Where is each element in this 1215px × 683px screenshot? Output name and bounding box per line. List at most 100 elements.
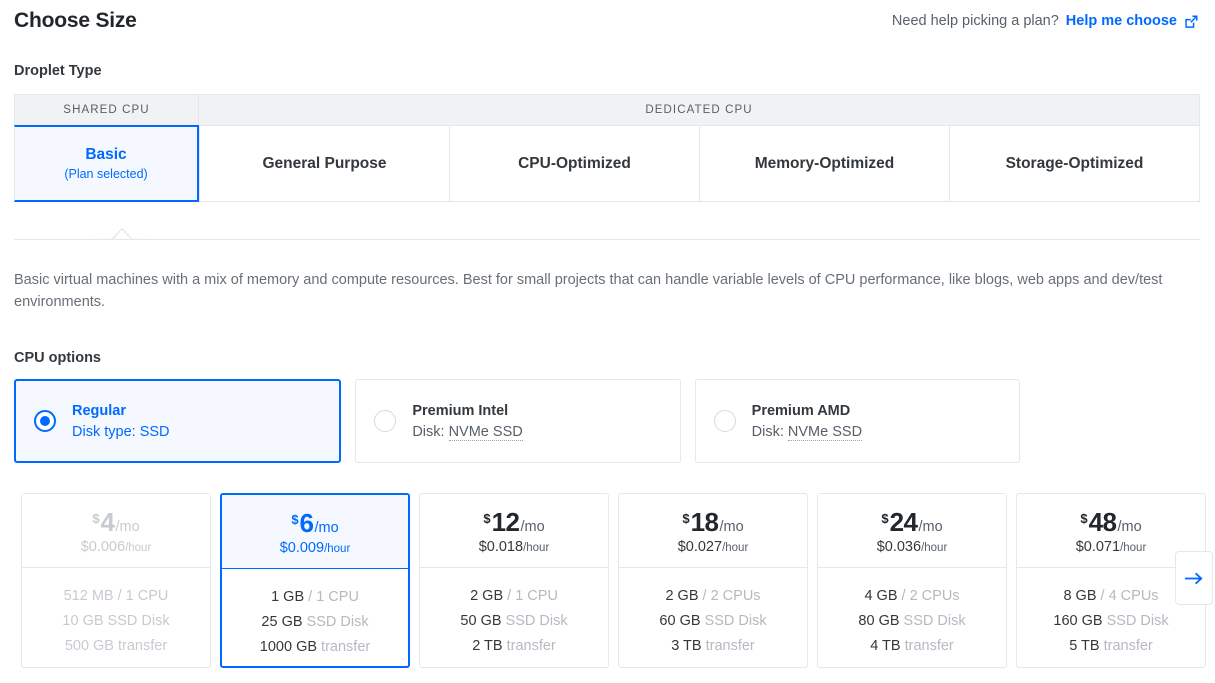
cpu-option-premium-amd-disk-value[interactable]: NVMe SSD bbox=[787, 423, 863, 441]
cpu-option-regular-disk: Disk type: SSD bbox=[72, 424, 170, 440]
cpu-option-premium-intel[interactable]: Premium Intel Disk: NVMe SSD bbox=[355, 379, 681, 463]
plan-card[interactable]: $6/mo $0.009/hour 1 GB / 1 CPU 25 GB SSD Di… bbox=[220, 493, 410, 668]
plan-specs: 1 GB / 1 CPU 25 GB SSD Disk 1000 GB transf… bbox=[222, 569, 408, 666]
tab-storage-optimized-label: Storage-Optimized bbox=[1005, 154, 1144, 172]
tab-cpu-optimized[interactable]: CPU-Optimized bbox=[450, 125, 700, 202]
help-prompt-text: Need help picking a plan? bbox=[891, 13, 1059, 29]
next-plans-button[interactable] bbox=[1175, 551, 1213, 605]
radio-premium-intel[interactable] bbox=[374, 410, 397, 432]
plan-specs: 2 GB / 1 CPU 50 GB SSD Disk 2 TB transfer bbox=[420, 568, 608, 667]
tab-group-dedicated-cpu-body: General Purpose CPU-Optimized Memory-Opt… bbox=[199, 125, 1200, 202]
plan-spec-disk: 25 GB SSD Disk bbox=[261, 613, 368, 631]
plan-hourly-amount: $0.036 bbox=[876, 538, 922, 555]
plan-card[interactable]: $24/mo $0.036/hour 4 GB / 2 CPUs 80 GB SSD … bbox=[817, 493, 1007, 668]
tab-memory-optimized-label: Memory-Optimized bbox=[754, 154, 895, 172]
plan-transfer-value: 3 TB bbox=[671, 638, 702, 654]
plan-currency: $ bbox=[92, 510, 100, 526]
plan-hourly-unit: /hour bbox=[722, 541, 749, 554]
plan-spec-disk: 80 GB SSD Disk bbox=[858, 612, 965, 630]
plan-spec-transfer: 2 TB transfer bbox=[472, 637, 556, 655]
page-header: Choose Size Need help picking a plan? He… bbox=[0, 0, 1215, 42]
plan-spec-memory-cpu: 8 GB / 4 CPUs bbox=[1063, 587, 1158, 605]
plan-spec-memory-cpu: 2 GB / 1 CPU bbox=[470, 587, 558, 605]
plan-disk-label: SSD Disk bbox=[302, 614, 369, 630]
plan-period: /mo bbox=[918, 518, 943, 535]
plan-card[interactable]: $18/mo $0.027/hour 2 GB / 2 CPUs 60 GB SSD … bbox=[618, 493, 808, 668]
help-me-choose-link[interactable]: Help me choose bbox=[1066, 13, 1177, 29]
plan-transfer-value: 5 TB bbox=[1069, 638, 1100, 654]
tab-basic-label: Basic bbox=[85, 146, 127, 163]
cpu-option-regular[interactable]: Regular Disk type: SSD bbox=[14, 379, 342, 463]
plan-disk-label: SSD Disk bbox=[501, 613, 568, 629]
tab-storage-optimized[interactable]: Storage-Optimized bbox=[950, 125, 1200, 202]
plan-currency: $ bbox=[682, 510, 690, 526]
plan-price-header: $12/mo $0.018/hour bbox=[420, 494, 608, 568]
plan-period: /mo bbox=[719, 518, 744, 535]
plan-card[interactable]: $4/mo $0.006/hour 512 MB / 1 CPU 10 GB SSD … bbox=[21, 493, 211, 668]
plan-amount: 24 bbox=[889, 506, 918, 537]
plan-hourly-unit: /hour bbox=[1120, 541, 1147, 554]
plan-period: /mo bbox=[1117, 518, 1142, 535]
plan-transfer-label: transfer bbox=[113, 638, 168, 654]
plan-price-header: $24/mo $0.036/hour bbox=[818, 494, 1006, 568]
divider-line bbox=[14, 239, 1200, 240]
plan-hourly-amount: $0.009 bbox=[279, 539, 325, 556]
cpu-option-premium-amd[interactable]: Premium AMD Disk: NVMe SSD bbox=[694, 379, 1020, 463]
plan-specs: 512 MB / 1 CPU 10 GB SSD Disk 500 GB trans… bbox=[22, 568, 210, 667]
plan-hourly-amount: $0.071 bbox=[1075, 538, 1121, 555]
plan-hourly-price: $0.071/hour bbox=[1076, 539, 1147, 555]
plan-spec-transfer: 3 TB transfer bbox=[671, 637, 755, 655]
cpu-option-premium-intel-disk-prefix: Disk: bbox=[412, 423, 449, 440]
cpu-option-premium-intel-name: Premium Intel bbox=[412, 402, 509, 419]
plan-spec-disk: 10 GB SSD Disk bbox=[62, 612, 169, 630]
cpu-option-premium-amd-name: Premium AMD bbox=[751, 402, 851, 419]
plan-memory-value: 8 GB bbox=[1063, 588, 1097, 604]
choose-size-page: Choose Size Need help picking a plan? He… bbox=[0, 0, 1215, 683]
plan-hourly-unit: /hour bbox=[125, 541, 152, 554]
plan-monthly-price: $48/mo bbox=[1080, 507, 1141, 538]
plan-currency: $ bbox=[291, 511, 299, 527]
plan-spec-disk: 60 GB SSD Disk bbox=[659, 612, 766, 630]
plan-hourly-unit: /hour bbox=[324, 542, 351, 555]
plan-cpu-label: / 2 CPUs bbox=[897, 588, 960, 604]
cpu-option-premium-amd-disk-prefix: Disk: bbox=[751, 423, 788, 440]
droplet-type-label: Droplet Type bbox=[14, 63, 102, 79]
radio-regular[interactable] bbox=[34, 410, 56, 432]
plan-period: /mo bbox=[314, 519, 339, 536]
cpu-option-premium-intel-disk-value[interactable]: NVMe SSD bbox=[448, 423, 523, 441]
tab-general-purpose[interactable]: General Purpose bbox=[199, 125, 450, 202]
plan-memory-value: 1 GB bbox=[271, 589, 305, 605]
plan-memory-value: 4 GB bbox=[864, 588, 898, 604]
tab-group-dedicated-cpu: DEDICATED CPU General Purpose CPU-Optimi… bbox=[199, 94, 1200, 202]
cpu-option-premium-amd-text: Premium AMD Disk: NVMe SSD bbox=[751, 402, 863, 441]
plan-price-header: $18/mo $0.027/hour bbox=[619, 494, 807, 568]
external-link-icon[interactable] bbox=[1184, 14, 1199, 29]
plan-memory-value: 2 GB bbox=[665, 588, 699, 604]
plan-disk-value: 50 GB bbox=[460, 613, 502, 629]
help-section: Need help picking a plan? Help me choose bbox=[892, 13, 1199, 29]
plan-period: /mo bbox=[115, 518, 140, 535]
plan-disk-value: 25 GB bbox=[261, 614, 303, 630]
tab-basic-sublabel: (Plan selected) bbox=[64, 167, 148, 181]
tab-basic[interactable]: Basic (Plan selected) bbox=[14, 125, 199, 202]
plan-disk-value: 10 GB bbox=[62, 613, 104, 629]
cpu-option-premium-amd-disk: Disk: NVMe SSD bbox=[751, 423, 863, 441]
plan-transfer-value: 1000 GB bbox=[259, 639, 318, 655]
plan-card[interactable]: $12/mo $0.018/hour 2 GB / 1 CPU 50 GB SSD D… bbox=[419, 493, 609, 668]
tab-memory-optimized[interactable]: Memory-Optimized bbox=[700, 125, 950, 202]
page-title: Choose Size bbox=[14, 9, 137, 32]
plan-transfer-label: transfer bbox=[1099, 638, 1153, 654]
plan-hourly-price: $0.009/hour bbox=[280, 540, 351, 556]
plan-disk-value: 160 GB bbox=[1053, 613, 1103, 629]
plan-currency: $ bbox=[1080, 510, 1088, 526]
plan-period: /mo bbox=[520, 518, 545, 535]
plan-spec-disk: 160 GB SSD Disk bbox=[1053, 612, 1168, 630]
arrow-right-icon bbox=[1184, 572, 1203, 584]
plan-monthly-price: $18/mo bbox=[682, 507, 743, 538]
plan-transfer-label: transfer bbox=[900, 638, 954, 654]
cpu-options-group: Regular Disk type: SSD Premium Intel Dis… bbox=[14, 379, 1020, 463]
radio-premium-amd[interactable] bbox=[713, 410, 736, 432]
cpu-option-regular-name: Regular bbox=[72, 402, 126, 419]
cpu-option-regular-disk-value: SSD bbox=[139, 423, 170, 440]
plan-hourly-price: $0.027/hour bbox=[678, 539, 749, 555]
